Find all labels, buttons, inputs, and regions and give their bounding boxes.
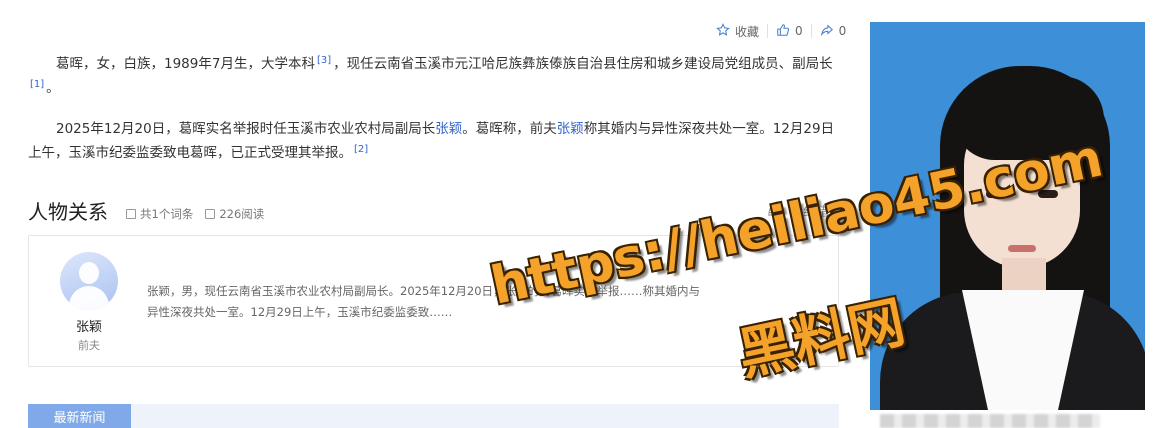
- collect-button[interactable]: 收藏: [716, 22, 760, 40]
- read-count: 226阅读: [205, 206, 264, 222]
- news-bar: 最新新闻: [28, 404, 839, 428]
- paragraph-text: 2025年12月20日，葛晖实名举报时任玉溪市农业农村局副局长: [56, 121, 436, 137]
- person-name[interactable]: 张颖: [29, 316, 149, 335]
- like-button[interactable]: 0: [776, 23, 803, 40]
- paragraph-text: 。葛晖称，前夫: [462, 121, 557, 137]
- blurred-caption: [880, 414, 1100, 428]
- read-count-label: 226阅读: [219, 207, 265, 221]
- event-paragraph: 2025年12月20日，葛晖实名举报时任玉溪市农业农村局副局长张颖。葛晖称，前夫…: [28, 117, 840, 165]
- share-icon: [820, 23, 834, 40]
- divider: [767, 24, 769, 38]
- person-link[interactable]: 张颖: [435, 121, 462, 137]
- thumbs-up-icon: [776, 23, 790, 40]
- star-icon: [716, 22, 730, 40]
- avatar: [60, 252, 118, 310]
- entry-icon: [126, 209, 136, 219]
- read-icon: [205, 209, 216, 219]
- like-count: 0: [795, 24, 803, 38]
- article-toolbar: 收藏 0 0: [716, 22, 846, 40]
- tab-latest-news[interactable]: 最新新闻: [28, 404, 131, 428]
- section-title: 人物关系: [28, 200, 108, 224]
- reference-link[interactable]: [1]: [30, 79, 44, 90]
- reference-link[interactable]: [3]: [317, 55, 331, 66]
- intro-paragraph: 葛晖，女，白族，1989年7月生，大学本科 [3] ，现任云南省玉溪市元江哈尼族彝族…: [28, 52, 840, 100]
- entry-count: 共1个词条: [126, 206, 193, 222]
- paragraph-text: 葛晖，女，白族，1989年7月生，大学本科: [56, 56, 315, 72]
- section-meta: 共1个词条 226阅读: [126, 206, 264, 222]
- paragraph-text: 。: [46, 80, 60, 96]
- share-button[interactable]: 0: [820, 23, 847, 40]
- person-link[interactable]: 张颖: [557, 121, 584, 137]
- entry-count-label: 共1个词条: [140, 207, 194, 221]
- reference-link[interactable]: [2]: [354, 144, 368, 155]
- collect-label: 收藏: [735, 24, 760, 39]
- person-role: 前夫: [78, 339, 100, 352]
- paragraph-text: ，现任云南省玉溪市元江哈尼族彝族傣族自治县住房和城乡建设局党组成员、副局长: [333, 56, 833, 72]
- share-count: 0: [838, 24, 847, 38]
- divider: [810, 24, 812, 38]
